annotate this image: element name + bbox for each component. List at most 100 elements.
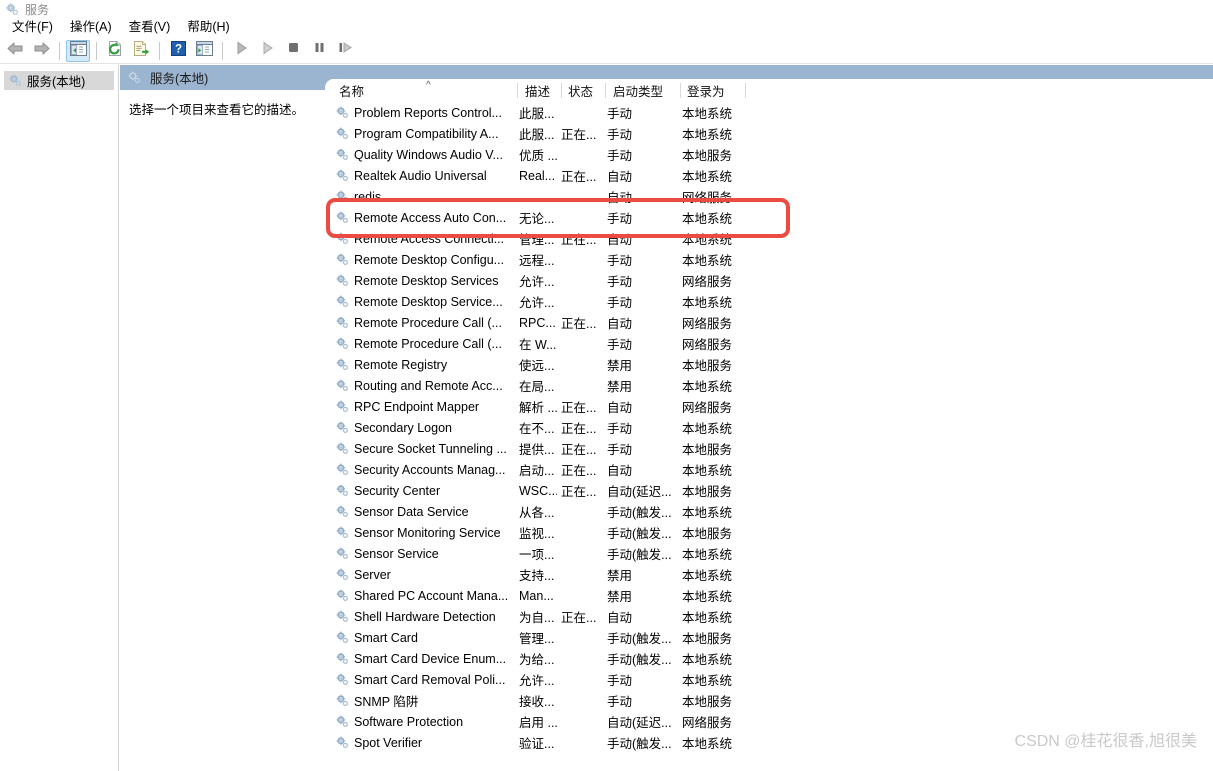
table-row[interactable]: Remote Procedure Call (... RPC... 正在... 自动 网… (325, 312, 1213, 333)
menu-help[interactable]: 帮助(H) (179, 18, 238, 37)
table-row[interactable]: Routing and Remote Acc... 在局... 禁用 本地系统 (325, 375, 1213, 396)
help-button[interactable]: ? (166, 40, 190, 62)
table-row[interactable]: Remote Procedure Call (... 在 W... 手动 网络服务 (325, 333, 1213, 354)
cell-status (561, 375, 601, 396)
table-row[interactable]: Remote Access Auto Con... 无论... 手动 本地系统 (325, 207, 1213, 228)
back-button[interactable] (3, 40, 27, 62)
table-row[interactable]: redis 自动 网络服务 (325, 186, 1213, 207)
cell-service-name: Problem Reports Control... (335, 102, 513, 123)
cell-description: 使远... (519, 359, 555, 373)
table-row[interactable]: Security Accounts Manag... 启动... 正在... 自动 本地… (325, 459, 1213, 480)
menu-view[interactable]: 查看(V) (121, 18, 180, 37)
table-row[interactable]: Smart Card 管理... 手动(触发... 本地服务 (325, 627, 1213, 648)
menu-file[interactable]: 文件(F) (4, 18, 62, 37)
back-icon (6, 41, 25, 61)
table-row[interactable]: Program Compatibility A... 此服... 正在... 手动 本地… (325, 123, 1213, 144)
table-row[interactable]: RPC Endpoint Mapper 解析 ... 正在... 自动 网络服务 (325, 396, 1213, 417)
pause-service-button[interactable] (307, 40, 331, 62)
column-divider-4[interactable] (680, 83, 681, 98)
table-row[interactable]: Sensor Service 一项... 手动(触发... 本地系统 (325, 543, 1213, 564)
properties-icon (195, 40, 213, 61)
service-name-label: Remote Registry (354, 357, 448, 372)
title-bar: 服务 (0, 0, 1213, 17)
service-name-label: Remote Desktop Service... (354, 294, 503, 309)
toolbar-separator-3 (159, 41, 160, 60)
main-content: 服务(本地) 服务(本地) 选择一个项目来查看它的描述。 名称 ^ 描述 状态 … (0, 65, 1213, 771)
column-header-startup-type[interactable]: 启动类型 (613, 79, 663, 102)
service-gear-icon (335, 273, 350, 288)
restart-service-button[interactable] (333, 40, 357, 62)
cell-description: 无论... (519, 212, 555, 226)
table-row[interactable]: Quality Windows Audio V... 优质 ... 手动 本地服务 (325, 144, 1213, 165)
tree-item-services-local[interactable]: 服务(本地) (4, 71, 114, 90)
table-row[interactable]: Realtek Audio Universal Real... 正在... 自动 本地系… (325, 165, 1213, 186)
service-name-label: Routing and Remote Acc... (354, 378, 503, 393)
cell-status (561, 564, 601, 585)
table-row[interactable]: Remote Desktop Service... 允许... 手动 本地系统 (325, 291, 1213, 312)
service-name-label: Software Protection (354, 714, 464, 729)
cell-service-name: Shell Hardware Detection (335, 606, 513, 627)
table-row[interactable]: Sensor Data Service 从各... 手动(触发... 本地系统 (325, 501, 1213, 522)
service-gear-icon (335, 126, 350, 141)
cell-startup-type: 禁用 (607, 569, 633, 583)
service-gear-icon (335, 294, 350, 309)
table-row[interactable]: SNMP 陷阱 接收... 手动 本地服务 (325, 690, 1213, 711)
table-row[interactable]: Server 支持... 禁用 本地系统 (325, 564, 1213, 585)
cell-status (561, 732, 601, 753)
table-row[interactable]: Sensor Monitoring Service 监视... 手动(触发... 本地… (325, 522, 1213, 543)
column-divider-2[interactable] (561, 83, 562, 98)
service-gear-icon (335, 231, 350, 246)
column-header-log-on-as[interactable]: 登录为 (687, 79, 725, 102)
properties-button[interactable] (192, 40, 216, 62)
tree-item-label: 服务(本地) (27, 75, 86, 89)
service-name-label: Sensor Monitoring Service (354, 525, 501, 540)
cell-description: 验证... (519, 737, 555, 751)
column-header-name[interactable]: 名称 (339, 79, 364, 102)
cell-service-name: Shared PC Account Mana... (335, 585, 513, 606)
column-divider-1[interactable] (517, 83, 518, 98)
service-gear-icon (335, 630, 350, 645)
table-row[interactable]: Secure Socket Tunneling ... 提供... 正在... 手动 本… (325, 438, 1213, 459)
table-row[interactable]: Shell Hardware Detection 为自... 正在... 自动 本地系统 (325, 606, 1213, 627)
service-gear-icon (335, 168, 350, 183)
service-name-label: Secure Socket Tunneling ... (354, 441, 507, 456)
column-divider-3[interactable] (605, 83, 606, 98)
menu-action[interactable]: 操作(A) (62, 18, 121, 37)
table-row[interactable]: Smart Card Removal Poli... 允许... 手动 本地系统 (325, 669, 1213, 690)
table-row[interactable]: Shared PC Account Mana... Man... 禁用 本地系统 (325, 585, 1213, 606)
cell-log-on-as: 本地系统 (682, 590, 733, 604)
cell-startup-type: 手动 (607, 674, 633, 688)
table-row[interactable]: Security Center WSC... 正在... 自动(延迟... 本地服务 (325, 480, 1213, 501)
table-row[interactable]: Smart Card Device Enum... 为给... 手动(触发... 本地… (325, 648, 1213, 669)
cell-startup-type: 手动(触发... (607, 506, 672, 520)
table-row[interactable]: Remote Access Connecti... 管理... 正在... 自动 本地系… (325, 228, 1213, 249)
show-hide-tree-button[interactable] (66, 39, 90, 62)
resume-service-button[interactable] (255, 40, 279, 62)
refresh-button[interactable] (103, 40, 127, 62)
cell-description: 为给... (519, 653, 555, 667)
cell-log-on-as: 网络服务 (682, 191, 733, 205)
stop-service-button[interactable] (281, 40, 305, 62)
table-row[interactable]: Remote Desktop Configu... 远程... 手动 本地系统 (325, 249, 1213, 270)
forward-button[interactable] (29, 40, 53, 62)
start-service-button[interactable] (229, 40, 253, 62)
service-gear-icon (335, 336, 350, 351)
export-list-button[interactable] (129, 40, 153, 62)
cell-log-on-as: 本地系统 (682, 128, 733, 142)
service-gear-icon (335, 546, 350, 561)
cell-service-name: redis (335, 186, 513, 207)
column-header-status[interactable]: 状态 (568, 79, 593, 102)
column-header-description[interactable]: 描述 (525, 79, 550, 102)
cell-description: 启用 ... (519, 716, 557, 730)
svg-text:?: ? (174, 43, 181, 55)
table-row[interactable]: Problem Reports Control... 此服... 手动 本地系统 (325, 102, 1213, 123)
table-row[interactable]: Secondary Logon 在不... 正在... 手动 本地系统 (325, 417, 1213, 438)
console-tree-pane: 服务(本地) (0, 65, 119, 771)
service-name-label: Sensor Service (354, 546, 439, 561)
table-row[interactable]: Remote Desktop Services 允许... 手动 网络服务 (325, 270, 1213, 291)
cell-service-name: RPC Endpoint Mapper (335, 396, 513, 417)
cell-service-name: Remote Desktop Service... (335, 291, 513, 312)
services-window: 服务 文件(F) 操作(A) 查看(V) 帮助(H) ? 服务(本地) 服务(本… (0, 0, 1213, 771)
column-divider-5[interactable] (745, 83, 746, 98)
table-row[interactable]: Remote Registry 使远... 禁用 本地服务 (325, 354, 1213, 375)
